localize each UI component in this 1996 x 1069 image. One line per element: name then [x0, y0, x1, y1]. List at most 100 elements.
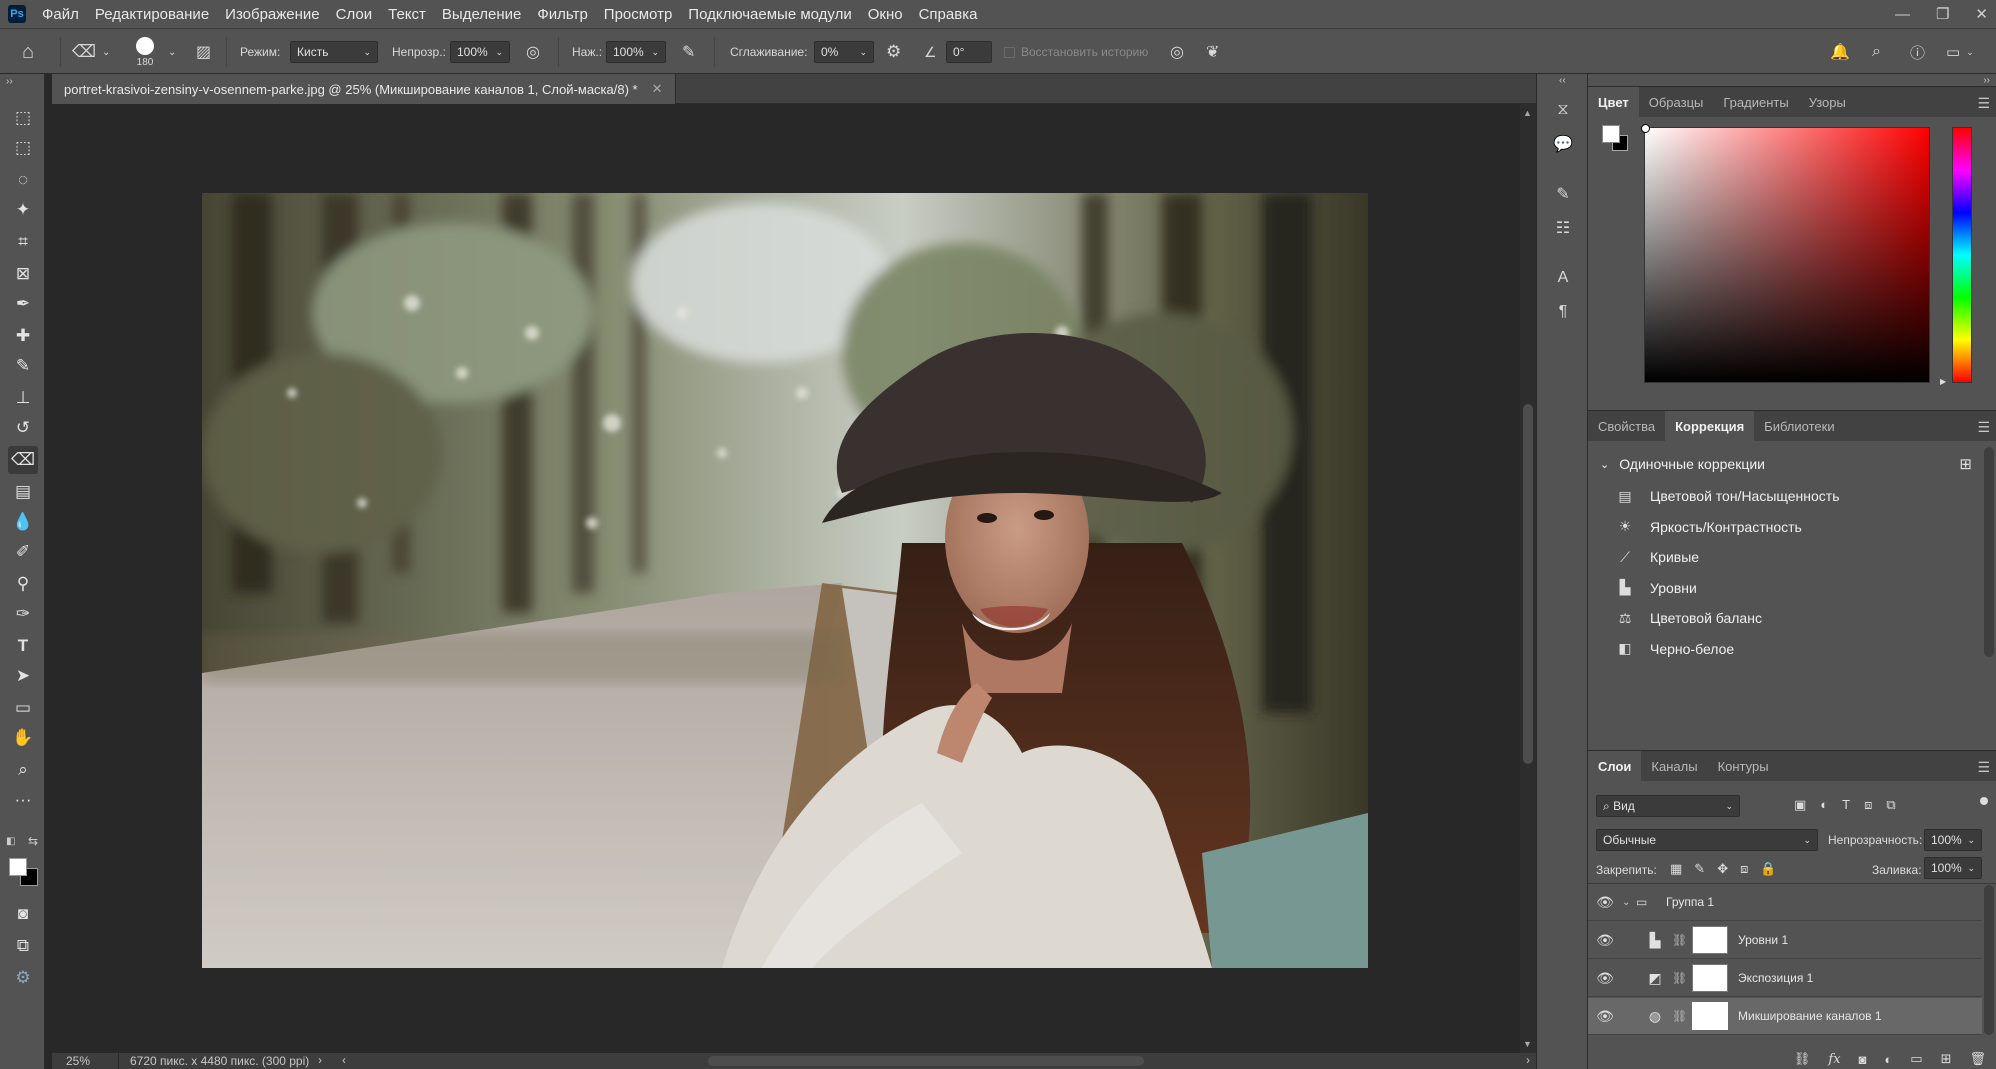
adjustment-item[interactable]: ◧ Черно-белое: [1614, 637, 1734, 661]
adjust-panel-tab-0[interactable]: Свойства: [1588, 411, 1665, 441]
zoom-level[interactable]: 25%: [66, 1054, 90, 1068]
clone-stamp-tool-icon[interactable]: ⊥: [8, 384, 38, 412]
pressure-size-icon[interactable]: ◎: [1170, 29, 1184, 75]
pen-tool-icon[interactable]: ✑: [8, 600, 38, 628]
help-icon[interactable]: ⓘ: [1910, 29, 1925, 75]
menu-item-3[interactable]: Слои: [336, 6, 372, 23]
vertical-scrollbar[interactable]: ▲ ▼: [1520, 104, 1536, 1053]
add-mask-icon[interactable]: ◙: [1859, 1052, 1867, 1067]
filter-smart-object-icon[interactable]: ⧉: [1886, 797, 1895, 813]
vertical-scroll-thumb[interactable]: [1523, 404, 1533, 764]
menu-item-0[interactable]: Файл: [42, 6, 79, 23]
airbrush-icon[interactable]: ✎: [682, 29, 695, 75]
share-icon[interactable]: ⚙: [8, 964, 38, 992]
menu-item-9[interactable]: Окно: [868, 6, 903, 23]
filter-shape-icon[interactable]: ⧈: [1864, 797, 1872, 813]
gear-icon[interactable]: ⚙: [886, 29, 901, 75]
visibility-eye-icon[interactable]: 👁: [1588, 894, 1622, 911]
blur-tool-icon[interactable]: 💧: [8, 508, 38, 536]
lasso-tool-icon[interactable]: ◌: [8, 166, 38, 194]
menu-item-10[interactable]: Справка: [919, 6, 978, 23]
color-picker-cursor[interactable]: [1641, 124, 1650, 133]
visibility-eye-icon[interactable]: 👁: [1588, 970, 1622, 987]
menu-item-6[interactable]: Фильтр: [537, 6, 587, 23]
new-adjustment-icon[interactable]: ◐: [1884, 1052, 1892, 1067]
layers-scrollbar[interactable]: [1984, 885, 1994, 1035]
scroll-right-icon[interactable]: ›: [1526, 1053, 1530, 1067]
group-expand-icon[interactable]: ⌄: [1622, 897, 1636, 908]
adjust-panel-tab-1[interactable]: Коррекция: [1665, 411, 1755, 441]
brush-preset-picker[interactable]: 180: [136, 29, 154, 75]
color-panel-tab-3[interactable]: Узоры: [1799, 87, 1856, 117]
filter-toggle-icon[interactable]: [1980, 797, 1988, 805]
workspace-icon[interactable]: ▭ ⌄: [1946, 29, 1974, 75]
lock-artboard-icon[interactable]: ⧈: [1740, 861, 1748, 877]
pressure-opacity-icon[interactable]: ◎: [526, 29, 540, 75]
bell-icon[interactable]: 🔔: [1830, 29, 1850, 75]
brush-settings-panel-icon[interactable]: ✎: [1551, 182, 1575, 206]
document-image[interactable]: [202, 193, 1368, 968]
adjustments-scrollbar[interactable]: [1984, 447, 1994, 657]
eraser-tool-icon[interactable]: ⌫: [8, 446, 38, 474]
eyedropper-tool-icon[interactable]: ✒: [8, 290, 38, 318]
adjustment-item[interactable]: ⚖ Цветовой баланс: [1614, 606, 1762, 630]
mask-link-icon[interactable]: ⛓: [1672, 933, 1687, 947]
lock-transparency-icon[interactable]: ▦: [1670, 861, 1682, 877]
zoom-tool-icon[interactable]: ⌕: [8, 756, 38, 784]
mask-link-icon[interactable]: ⛓: [1672, 971, 1687, 985]
grid-view-icon[interactable]: ⊞: [1959, 455, 1972, 473]
layer-row[interactable]: 👁 ◩ ⛓ Экспозиция 1: [1588, 960, 1982, 997]
menu-item-1[interactable]: Редактирование: [95, 6, 209, 23]
link-layers-icon[interactable]: ⛓: [1794, 1051, 1811, 1067]
close-icon[interactable]: ✕: [1975, 5, 1988, 23]
blend-mode-select[interactable]: Обычные ⌄: [1596, 829, 1818, 851]
scroll-left-icon[interactable]: ‹: [342, 1053, 346, 1067]
layer-mask-thumbnail[interactable]: [1692, 1002, 1728, 1030]
collapse-strip-icon[interactable]: ‹‹: [1559, 75, 1566, 86]
artboard-tool-icon[interactable]: ⬚: [8, 104, 38, 132]
color-panel-tab-2[interactable]: Градиенты: [1713, 87, 1798, 117]
screen-mode-icon[interactable]: ⧉: [8, 932, 38, 960]
type-tool-icon[interactable]: T: [8, 632, 38, 660]
visibility-eye-icon[interactable]: 👁: [1588, 1008, 1622, 1025]
fx-button[interactable]: fx: [1828, 1052, 1840, 1067]
horizontal-scroll-thumb[interactable]: [708, 1056, 1144, 1066]
single-adjustments-header[interactable]: ⌄ Одиночные коррекции: [1600, 453, 1765, 475]
lock-position-icon[interactable]: ✥: [1717, 861, 1728, 877]
eraser-tool-preset-icon[interactable]: ⌫ ⌄: [72, 29, 110, 75]
scroll-up-icon[interactable]: ▲: [1523, 108, 1532, 118]
delete-layer-icon[interactable]: 🗑: [1969, 1051, 1986, 1067]
opacity-field[interactable]: 100% ⌄: [450, 41, 510, 63]
rectangle-tool-icon[interactable]: ▭: [8, 694, 38, 722]
smoothing-field[interactable]: 0% ⌄: [814, 41, 874, 63]
layer-row[interactable]: 👁 ▙ ⛓ Уровни 1: [1588, 922, 1982, 959]
adjustments-panel-icon[interactable]: ☷: [1551, 216, 1575, 240]
layer-row[interactable]: 👁 ◍ ⛓ Микширование каналов 1: [1588, 998, 1982, 1035]
color-panel-tab-0[interactable]: Цвет: [1588, 87, 1639, 117]
healing-brush-tool-icon[interactable]: ✚: [8, 322, 38, 350]
mode-select[interactable]: Кисть ⌄: [290, 41, 378, 63]
symmetry-icon[interactable]: ❦: [1206, 29, 1219, 75]
hue-slider-marker-icon[interactable]: ▶: [1940, 377, 1946, 386]
menu-item-8[interactable]: Подключаемые модули: [688, 6, 851, 23]
panel-menu-icon[interactable]: ☰: [1977, 759, 1990, 776]
new-group-icon[interactable]: ▭: [1910, 1051, 1922, 1067]
status-menu-icon[interactable]: ›: [318, 1053, 322, 1067]
foreground-color-chip[interactable]: [1602, 125, 1620, 143]
adjustment-item[interactable]: ▙ Уровни: [1614, 576, 1697, 600]
character-panel-icon[interactable]: A: [1551, 266, 1575, 290]
path-selection-tool-icon[interactable]: ➤: [8, 662, 38, 690]
color-panel-tab-1[interactable]: Образцы: [1639, 87, 1714, 117]
collapse-dock-icon[interactable]: ››: [1983, 75, 1990, 86]
expand-toolbar-icon[interactable]: ››: [6, 76, 13, 87]
burn-tool-icon[interactable]: ⚲: [8, 570, 38, 598]
angle-field[interactable]: 0°: [946, 41, 992, 63]
default-colors-icon[interactable]: ◧: [6, 836, 15, 847]
flow-field[interactable]: 100% ⌄: [606, 41, 666, 63]
frame-tool-icon[interactable]: ⊠: [8, 260, 38, 288]
layer-row[interactable]: 👁 ⌄ ▭ Группа 1: [1588, 884, 1982, 921]
mask-link-icon[interactable]: ⛓: [1672, 1009, 1687, 1023]
more-tools-icon[interactable]: ···: [8, 786, 38, 814]
layer-filter-select[interactable]: ⌕ Вид ⌄: [1596, 795, 1740, 817]
layers-panel-tab-2[interactable]: Контуры: [1708, 751, 1779, 781]
